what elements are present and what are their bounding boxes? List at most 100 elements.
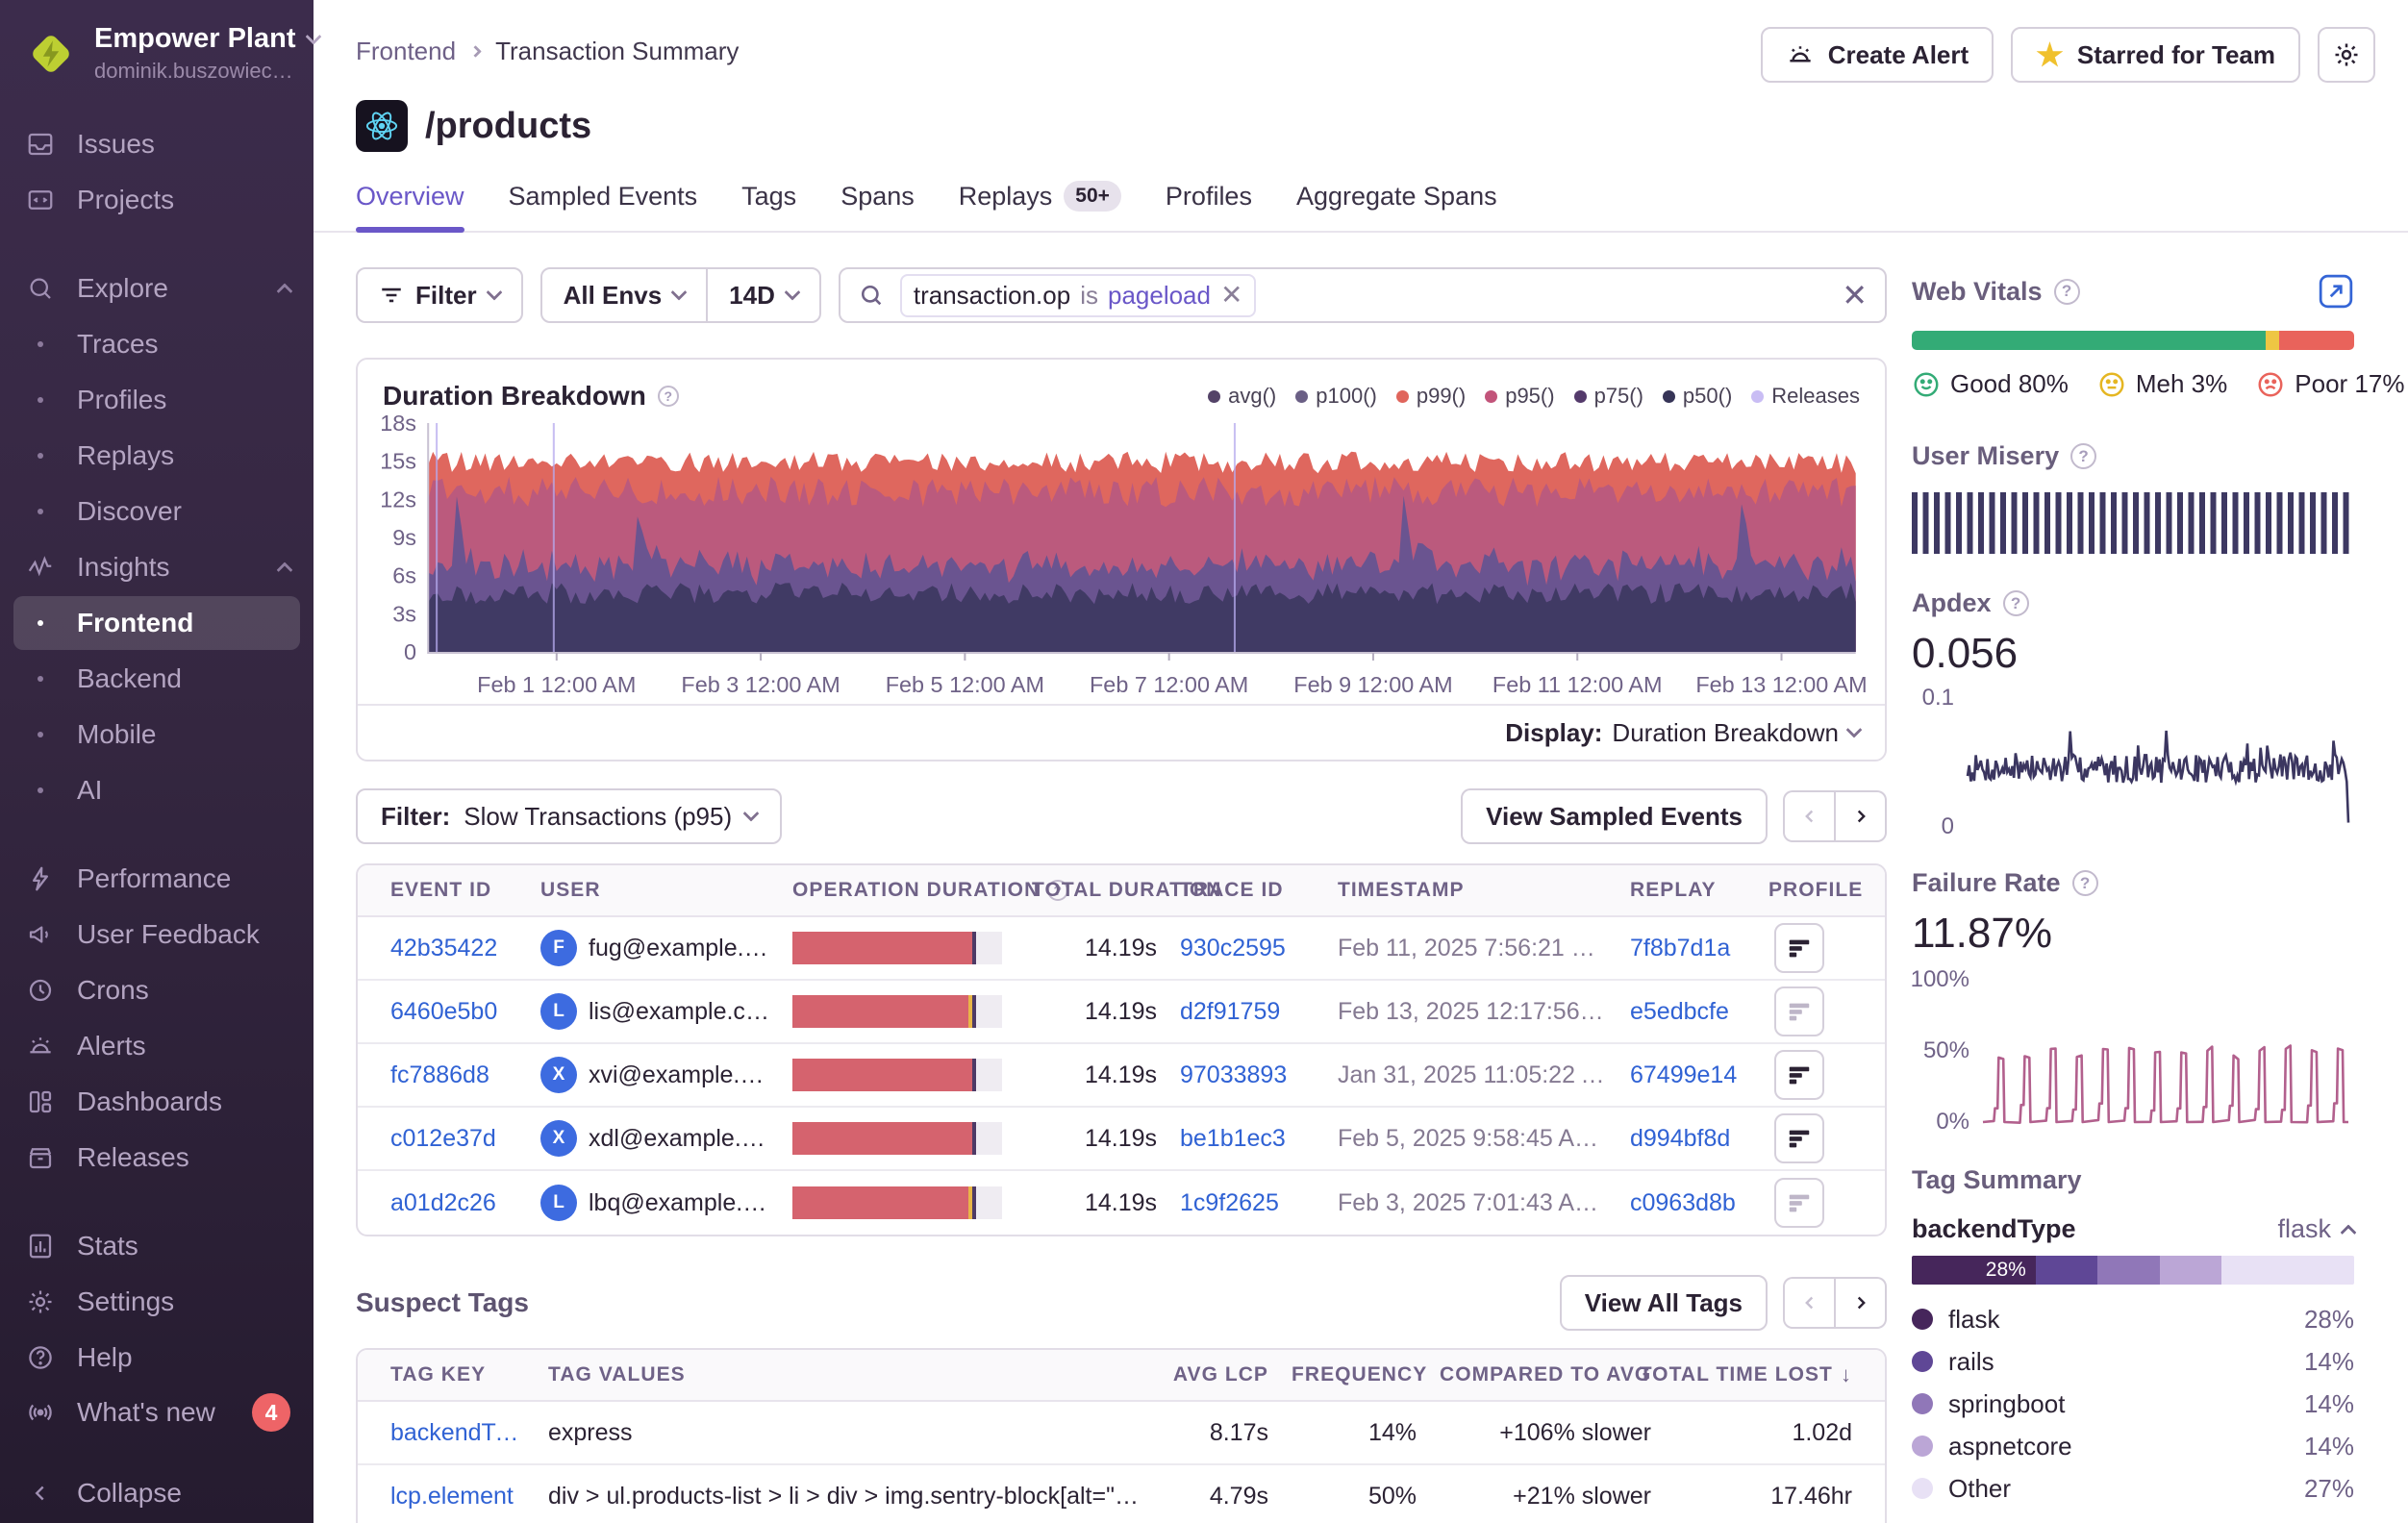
event-id-link[interactable]: c012e37d [390, 1125, 517, 1153]
tag-selected-dropdown[interactable]: flask [2277, 1214, 2354, 1244]
prev-page-button[interactable] [1783, 790, 1835, 842]
sort-desc-icon[interactable]: ↓ [1841, 1362, 1852, 1387]
env-dropdown[interactable]: All Envs [542, 281, 707, 311]
legend-item[interactable]: p100() [1295, 384, 1377, 409]
replay-link[interactable]: 67499e14 [1630, 1061, 1745, 1089]
legend-item[interactable]: p99() [1396, 384, 1466, 409]
org-subtitle: dominik.buszowiec… [94, 59, 296, 84]
sidebar-item-profiles[interactable]: Profiles [13, 373, 300, 427]
search-token[interactable]: transaction.op is pageload ✕ [900, 274, 1257, 317]
sidebar-item-releases[interactable]: Releases [13, 1131, 300, 1185]
profile-button[interactable] [1774, 1113, 1824, 1163]
starred-for-team-button[interactable]: ★ Starred for Team [2011, 27, 2300, 83]
event-id-link[interactable]: 42b35422 [390, 935, 517, 962]
tag-key-link[interactable]: backendType [390, 1419, 525, 1447]
sidebar-item-ai[interactable]: AI [13, 763, 300, 817]
sidebar-item-dashboards[interactable]: Dashboards [13, 1075, 300, 1129]
sidebar-item-traces[interactable]: Traces [13, 317, 300, 371]
event-id-link[interactable]: 6460e5b0 [390, 998, 517, 1026]
breadcrumb-frontend[interactable]: Frontend [356, 37, 456, 66]
tag-legend-row[interactable]: Other27% [1912, 1467, 2354, 1510]
sidebar-item-mobile[interactable]: Mobile [13, 708, 300, 762]
legend-item[interactable]: Releases [1751, 384, 1860, 409]
next-page-button[interactable] [1835, 790, 1887, 842]
tag-legend-row[interactable]: rails14% [1912, 1340, 2354, 1383]
tab-aggregate-spans[interactable]: Aggregate Spans [1296, 181, 1497, 231]
next-page-button[interactable] [1835, 1277, 1887, 1329]
compared-to-avg: +106% slower [1440, 1419, 1651, 1447]
tab-overview[interactable]: Overview [356, 181, 464, 231]
info-icon[interactable]: ? [2054, 279, 2080, 305]
token-remove-icon[interactable]: ✕ [1220, 282, 1242, 309]
sidebar-item-crons[interactable]: Crons [13, 963, 300, 1017]
profile-button[interactable] [1774, 1050, 1824, 1100]
sentry-org-logo-icon [23, 26, 79, 82]
profile-button[interactable] [1774, 986, 1824, 1036]
sidebar-item-alerts[interactable]: Alerts [13, 1019, 300, 1073]
replay-link[interactable]: c0963d8b [1630, 1189, 1745, 1217]
view-all-tags-button[interactable]: View All Tags [1560, 1275, 1768, 1331]
legend-item[interactable]: p75() [1574, 384, 1643, 409]
event-id-link[interactable]: fc7886d8 [390, 1061, 517, 1089]
tag-key-link[interactable]: lcp.element [390, 1483, 525, 1511]
sidebar-item-backend[interactable]: Backend [13, 652, 300, 706]
events-filter-dropdown[interactable]: Filter: Slow Transactions (p95) [356, 788, 782, 844]
sidebar-item-whats-new[interactable]: What's new 4 [13, 1386, 300, 1439]
col-total-time-lost[interactable]: TOTAL TIME LOST [1640, 1363, 1833, 1386]
replay-link[interactable]: 7f8b7d1a [1630, 935, 1745, 962]
search-input[interactable]: transaction.op is pageload ✕ ✕ [839, 267, 1887, 323]
tab-tags[interactable]: Tags [741, 181, 796, 231]
prev-page-button[interactable] [1783, 1277, 1835, 1329]
trace-id-link[interactable]: 930c2595 [1180, 935, 1315, 962]
sidebar-item-replays[interactable]: Replays [13, 429, 300, 483]
sidebar-item-label: What's new [77, 1397, 215, 1428]
info-icon[interactable]: ? [2003, 590, 2029, 616]
profile-button[interactable] [1774, 923, 1824, 973]
open-in-new-icon[interactable] [2318, 273, 2354, 310]
sidebar-item-discover[interactable]: Discover [13, 485, 300, 538]
sidebar-item-projects[interactable]: Projects [13, 173, 300, 227]
sidebar-section-explore[interactable]: Explore [13, 262, 300, 315]
search-clear-icon[interactable]: ✕ [1842, 280, 1868, 311]
sidebar-item-frontend[interactable]: Frontend [13, 596, 300, 650]
trace-id-link[interactable]: be1b1ec3 [1180, 1125, 1315, 1153]
y-tick-label: 9s [392, 525, 416, 550]
sidebar-item-user-feedback[interactable]: User Feedback [13, 908, 300, 961]
sidebar-collapse-button[interactable]: Collapse [13, 1466, 300, 1520]
sidebar-item-performance[interactable]: Performance [13, 852, 300, 906]
tab-profiles[interactable]: Profiles [1166, 181, 1252, 231]
info-icon[interactable]: ? [2072, 870, 2098, 896]
period-dropdown[interactable]: 14D [708, 281, 819, 311]
tag-legend-row[interactable]: springboot14% [1912, 1383, 2354, 1425]
tab-sampled-events[interactable]: Sampled Events [509, 181, 698, 231]
tag-legend-row[interactable]: aspnetcore14% [1912, 1425, 2354, 1467]
sidebar-item-stats[interactable]: Stats [13, 1219, 300, 1273]
view-sampled-events-button[interactable]: View Sampled Events [1461, 788, 1768, 844]
tag-distribution-bar[interactable]: 28% [1912, 1256, 2354, 1285]
transaction-settings-button[interactable] [2318, 27, 2375, 83]
trace-id-link[interactable]: 1c9f2625 [1180, 1189, 1315, 1217]
sidebar-item-help[interactable]: Help [13, 1331, 300, 1385]
trace-id-link[interactable]: 97033893 [1180, 1061, 1315, 1089]
duration-chart[interactable]: 18s15s12s9s6s3s0Feb 1 12:00 AMFeb 3 12:0… [358, 413, 1885, 704]
tag-legend-row[interactable]: flask28% [1912, 1298, 2354, 1340]
legend-item[interactable]: avg() [1208, 384, 1276, 409]
profile-button[interactable] [1774, 1178, 1824, 1228]
legend-item[interactable]: p95() [1485, 384, 1554, 409]
info-icon[interactable]: ? [658, 386, 679, 407]
org-switcher[interactable]: Empower Plant dominik.buszowiec… [0, 19, 314, 87]
create-alert-button[interactable]: Create Alert [1761, 27, 1994, 83]
trace-id-link[interactable]: d2f91759 [1180, 998, 1315, 1026]
filter-dropdown[interactable]: Filter [356, 267, 523, 323]
replay-link[interactable]: e5edbcfe [1630, 998, 1745, 1026]
tab-spans[interactable]: Spans [840, 181, 915, 231]
tab-replays[interactable]: Replays50+ [959, 181, 1121, 231]
sidebar-item-settings[interactable]: Settings [13, 1275, 300, 1329]
sidebar-item-issues[interactable]: Issues [13, 117, 300, 171]
replay-link[interactable]: d994bf8d [1630, 1125, 1745, 1153]
sidebar-section-insights[interactable]: Insights [13, 540, 300, 594]
display-dropdown[interactable]: Duration Breakdown [1612, 718, 1860, 748]
info-icon[interactable]: ? [2070, 443, 2096, 469]
legend-item[interactable]: p50() [1663, 384, 1732, 409]
event-id-link[interactable]: a01d2c26 [390, 1189, 517, 1217]
